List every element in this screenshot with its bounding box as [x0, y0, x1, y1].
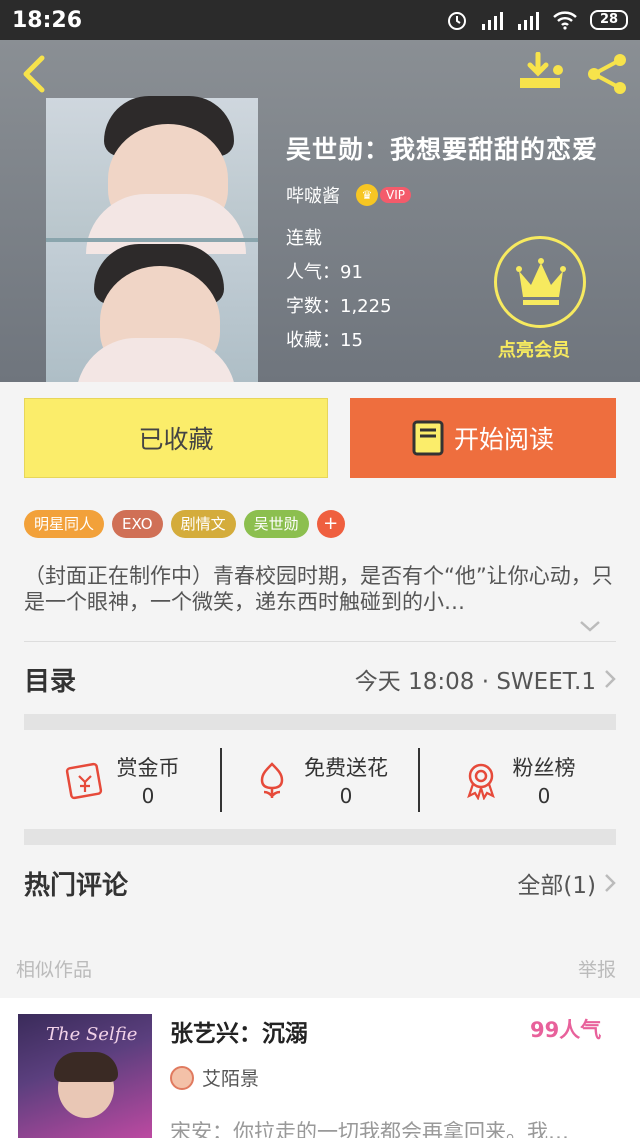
all-comments-link[interactable]: 全部(1) — [517, 866, 616, 900]
book-status: 连载 — [286, 228, 322, 249]
similar-work-cover: The Selfie — [18, 1014, 152, 1138]
tag-item[interactable]: 剧情文 — [170, 510, 236, 538]
cover-figure-hair — [54, 1052, 118, 1082]
hot-comments-row[interactable]: 热门评论 全部(1) — [24, 860, 616, 906]
stats-row: 赏金币 0 免费送花 0 粉丝榜 0 — [24, 745, 616, 815]
tag-item[interactable]: EXO — [112, 510, 163, 538]
vip-label: VIP — [380, 187, 411, 203]
reward-coins-info: 赏金币 0 — [117, 752, 180, 808]
flower-icon — [260, 762, 284, 798]
similar-work-author: 艾陌景 — [202, 1068, 260, 1090]
chevron-right-icon — [605, 874, 616, 892]
signal-icon-2 — [518, 12, 539, 30]
fan-ranking-button[interactable]: 粉丝榜 0 — [420, 745, 616, 815]
start-reading-label: 开始阅读 — [453, 425, 554, 454]
catalog-label: 目录 — [24, 666, 77, 697]
back-icon[interactable] — [16, 54, 52, 94]
book-cover[interactable] — [46, 96, 258, 382]
tag-list: 明星同人 EXO 剧情文 吴世勋 + — [24, 510, 345, 538]
similar-work-popularity: 99人气 — [530, 1018, 602, 1042]
book-favorites: 收藏：15 — [286, 330, 363, 351]
author-row: 哔啵酱 ♛ VIP — [286, 182, 411, 208]
similar-work-card[interactable]: The Selfie 张艺兴：沉溺 99人气 艾陌景 宋安：你拉走的一切我都会再… — [0, 998, 640, 1138]
hot-comments-label: 热门评论 — [24, 870, 129, 901]
tag-item[interactable]: 吴世勋 — [243, 510, 309, 538]
section-divider — [24, 829, 616, 845]
catalog-row[interactable]: 目录 今天 18:08 · SWEET.1 — [24, 656, 616, 702]
add-tag-button[interactable]: + — [316, 510, 345, 538]
start-reading-button[interactable]: 开始阅读 — [350, 398, 616, 478]
book-icon — [412, 420, 444, 456]
favorited-button[interactable]: 已收藏 — [24, 398, 328, 478]
book-description: （封面正在制作中）青春校园时期，是否有个“他”让你心动，只是一个眼神，一个微笑，… — [24, 564, 613, 614]
book-header: 吴世勋：我想要甜甜的恋爱 哔啵酱 ♛ VIP 连载 人气：91 字数：1,225… — [0, 40, 640, 382]
similar-work-author-row: 艾陌景 — [170, 1064, 259, 1091]
alarm-icon — [448, 12, 466, 30]
vip-badge: ♛ VIP — [356, 184, 411, 206]
share-icon[interactable] — [586, 52, 630, 96]
send-flower-button[interactable]: 免费送花 0 — [222, 745, 418, 815]
fan-ranking-info: 粉丝榜 0 — [513, 752, 576, 808]
red-envelope-icon — [65, 762, 102, 800]
author-name[interactable]: 哔啵酱 — [286, 182, 340, 208]
all-comments-label: 全部(1) — [517, 873, 596, 899]
book-title: 吴世勋：我想要甜甜的恋爱 — [286, 135, 599, 164]
avatar — [170, 1065, 194, 1090]
cover-script-text: The Selfie — [46, 1024, 138, 1045]
reward-coins-button[interactable]: 赏金币 0 — [24, 745, 220, 815]
similar-work-desc: 宋安：你拉走的一切我都会再拿回来。我… — [170, 1120, 569, 1138]
member-button[interactable] — [494, 236, 586, 328]
stat-value: 0 — [141, 784, 155, 808]
battery-icon: 28 — [590, 10, 628, 30]
wifi-icon — [553, 11, 577, 30]
send-flower-info: 免费送花 0 — [304, 752, 388, 808]
tag-item[interactable]: 明星同人 — [24, 510, 105, 538]
member-label[interactable]: 点亮会员 — [498, 336, 570, 362]
book-word-count: 字数：1,225 — [286, 296, 392, 317]
chevron-down-icon[interactable] — [578, 616, 602, 636]
stat-name: 免费送花 — [304, 756, 388, 780]
signal-icon — [482, 12, 503, 30]
vip-crown-icon: ♛ — [356, 184, 378, 206]
status-time: 18:26 — [12, 7, 83, 33]
report-link[interactable]: 举报 — [578, 955, 616, 982]
stat-value: 0 — [339, 784, 353, 808]
book-popularity: 人气：91 — [286, 262, 363, 283]
stat-name: 赏金币 — [116, 756, 180, 780]
catalog-latest: 今天 18:08 · SWEET.1 — [355, 662, 616, 696]
download-icon[interactable] — [518, 52, 566, 92]
stat-name: 粉丝榜 — [512, 756, 576, 780]
status-icons: 28 — [446, 9, 628, 31]
latest-chapter: 今天 18:08 · SWEET.1 — [354, 669, 596, 695]
crown-icon — [516, 258, 566, 305]
chevron-right-icon — [605, 670, 616, 688]
ribbon-icon — [466, 763, 495, 800]
section-divider — [24, 714, 616, 730]
divider — [24, 641, 616, 642]
similar-work-title: 张艺兴：沉溺 — [170, 1021, 308, 1047]
status-bar: 18:26 28 — [0, 0, 640, 40]
stat-value: 0 — [537, 784, 551, 808]
similar-works-label: 相似作品 — [16, 959, 93, 981]
cover-divider — [46, 238, 258, 242]
